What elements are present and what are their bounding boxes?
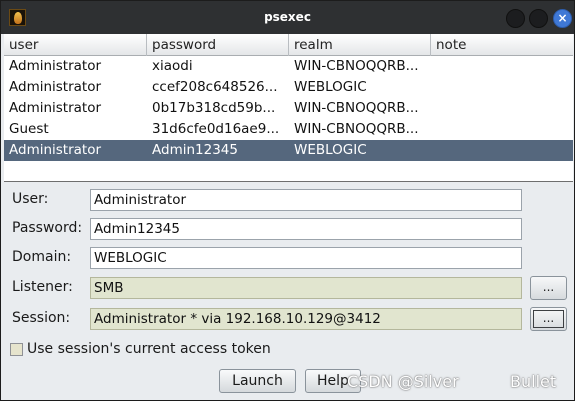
cell-user: Administrator bbox=[9, 142, 102, 158]
watermark-text-suffix: Bullet bbox=[510, 372, 557, 391]
listener-field: SMB bbox=[90, 277, 522, 299]
column-header-realm[interactable]: realm bbox=[289, 34, 431, 56]
session-browse-button[interactable]: ... bbox=[530, 307, 567, 331]
title-bar: psexec × bbox=[1, 1, 574, 34]
credentials-table[interactable]: user password realm note Administrator x… bbox=[4, 34, 573, 182]
password-field[interactable]: Admin12345 bbox=[90, 218, 522, 240]
listener-label: Listener: bbox=[12, 279, 73, 295]
column-header-user[interactable]: user bbox=[4, 34, 147, 56]
cell-user: Administrator bbox=[9, 100, 102, 116]
minimize-button[interactable] bbox=[506, 9, 525, 28]
domain-label: Domain: bbox=[12, 249, 72, 265]
session-label: Session: bbox=[12, 310, 71, 326]
cell-note bbox=[431, 56, 573, 77]
psexec-dialog: psexec × user password realm note Admini… bbox=[0, 0, 575, 401]
cell-realm: WIN-CBNOQQRB... bbox=[294, 100, 419, 116]
password-label: Password: bbox=[12, 220, 83, 236]
column-header-password[interactable]: password bbox=[147, 34, 289, 56]
cell-password: ccef208c648526... bbox=[152, 79, 278, 95]
listener-browse-button[interactable]: ... bbox=[530, 276, 567, 300]
window-title: psexec bbox=[264, 10, 311, 24]
cell-password: 31d6cfe0d16ae9... bbox=[152, 121, 280, 137]
table-header: user password realm note bbox=[4, 34, 573, 56]
cell-note bbox=[431, 119, 573, 140]
cell-password: xiaodi bbox=[152, 58, 193, 74]
access-token-label[interactable]: Use session's current access token bbox=[27, 341, 271, 357]
cell-realm: WEBLOGIC bbox=[294, 79, 367, 95]
cell-realm: WIN-CBNOQQRB... bbox=[294, 121, 419, 137]
cell-note bbox=[431, 98, 573, 119]
cell-password: Admin12345 bbox=[152, 142, 238, 158]
session-field: Administrator * via 192.168.10.129@3412 bbox=[90, 308, 522, 330]
domain-field[interactable]: WEBLOGIC bbox=[90, 247, 522, 269]
column-header-note[interactable]: note bbox=[431, 34, 573, 56]
access-token-checkbox[interactable] bbox=[10, 343, 23, 356]
cell-note bbox=[431, 140, 573, 161]
launch-button[interactable]: Launch bbox=[219, 369, 296, 393]
table-row-selected[interactable]: Administrator Admin12345 WEBLOGIC bbox=[4, 140, 573, 161]
table-row[interactable]: Administrator 0b17b318cd59b... WIN-CBNOQ… bbox=[4, 98, 573, 119]
maximize-button[interactable] bbox=[529, 9, 548, 28]
user-field[interactable]: Administrator bbox=[90, 189, 522, 211]
cell-realm: WIN-CBNOQQRB... bbox=[294, 58, 419, 74]
close-button[interactable]: × bbox=[553, 9, 572, 28]
table-row[interactable]: Guest 31d6cfe0d16ae9... WIN-CBNOQQRB... bbox=[4, 119, 573, 140]
cell-user: Administrator bbox=[9, 58, 102, 74]
table-row[interactable]: Administrator ccef208c648526... WEBLOGIC bbox=[4, 77, 573, 98]
cell-user: Administrator bbox=[9, 79, 102, 95]
watermark-text: CSDN @Silver bbox=[347, 372, 459, 391]
user-label: User: bbox=[12, 191, 49, 207]
cell-user: Guest bbox=[9, 121, 49, 137]
table-row[interactable]: Administrator xiaodi WIN-CBNOQQRB... bbox=[4, 56, 573, 77]
launch-form: User: Administrator Password: Admin12345… bbox=[4, 182, 573, 400]
cell-realm: WEBLOGIC bbox=[294, 142, 367, 158]
cell-note bbox=[431, 77, 573, 98]
cell-password: 0b17b318cd59b... bbox=[152, 100, 276, 116]
